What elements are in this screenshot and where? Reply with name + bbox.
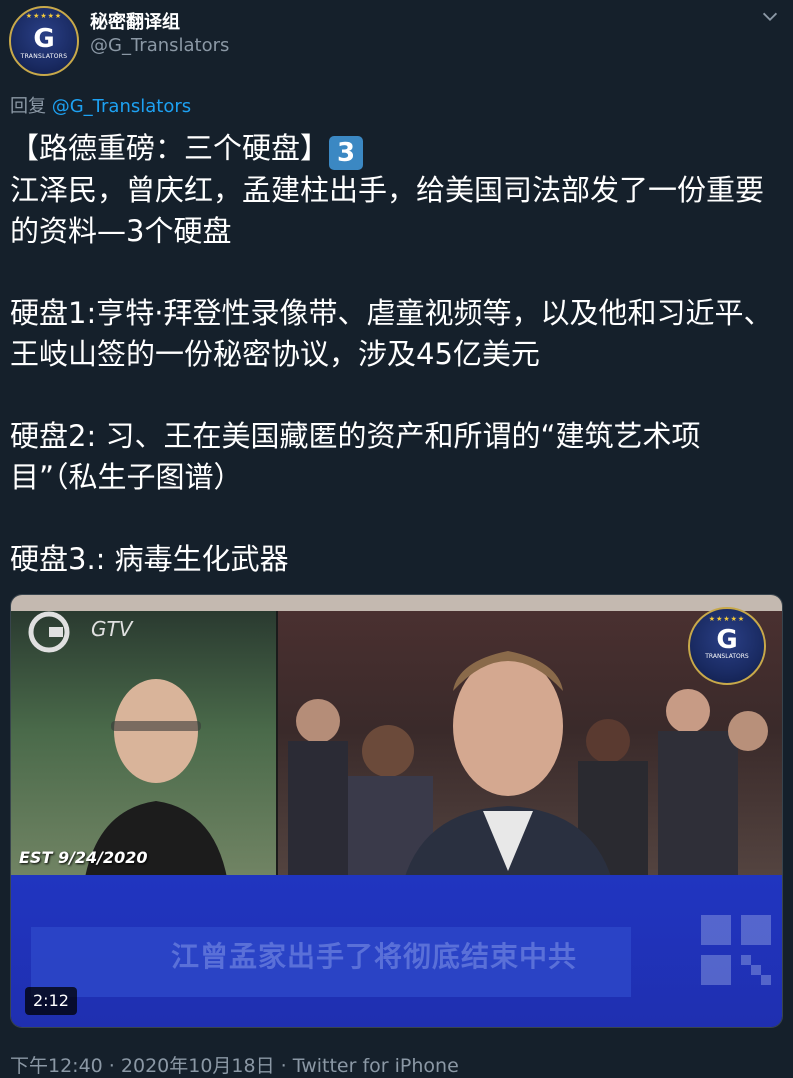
- star-icon: ★★★★★: [25, 12, 63, 20]
- avatar-caption: TRANSLATORS: [20, 53, 68, 60]
- tweet-footer: 下午12:40 · 2020年10月18日 · Twitter for iPho…: [10, 1055, 459, 1077]
- avatar[interactable]: ★★★★★ G TRANSLATORS: [9, 6, 79, 76]
- gtv-logo-icon: [28, 611, 70, 653]
- speaker-figure: [81, 679, 231, 911]
- video-player[interactable]: GTV EST 9/24/2020 ★★★★★ G TRANSLATORS 江曾…: [10, 594, 783, 1028]
- banner-headline: 江曾孟家出手了将彻底结束中共: [171, 940, 578, 973]
- logo-caption: TRANSLATORS: [705, 653, 749, 660]
- star-icon: ★★★★★: [708, 615, 746, 623]
- author-display-name[interactable]: 秘密翻译组: [90, 8, 180, 34]
- tweet-line: 硬盘1:亨特·拜登性录像带、虐童视频等，以及他和习近平、王岐山签的一份秘密协议，…: [10, 296, 773, 371]
- reply-mention-link[interactable]: @G_Translators: [52, 96, 191, 117]
- translators-logo: ★★★★★ G TRANSLATORS: [688, 607, 766, 685]
- video-top-strip: [11, 595, 782, 611]
- qr-code-icon: [701, 915, 771, 985]
- video-duration-badge: 2:12: [25, 987, 77, 1015]
- video-banner: 江曾孟家出手了将彻底结束中共: [11, 875, 782, 1027]
- tweet-line: 硬盘2: 习、王在美国藏匿的资产和所谓的“建筑艺术项目”（私生子图谱）: [10, 419, 701, 494]
- tweet-line: 江泽民，曾庆红，孟建柱出手，给美国司法部发了一份重要的资料—3个硬盘: [10, 173, 765, 248]
- gtv-watermark: GTV: [91, 617, 133, 641]
- tweet-header: ★★★★★ G TRANSLATORS 秘密翻译组 @G_Translators: [0, 0, 793, 80]
- logo-letter: G: [716, 625, 738, 655]
- chevron-down-icon[interactable]: [759, 6, 781, 28]
- tweet-date[interactable]: 2020年10月18日: [121, 1055, 275, 1077]
- tweet-title: 【路德重磅：三个硬盘】: [10, 131, 330, 165]
- author-handle[interactable]: @G_Translators: [90, 35, 229, 56]
- tweet-line: 硬盘3.: 病毒生化武器: [10, 542, 289, 576]
- tweet-time[interactable]: 下午12:40: [10, 1055, 103, 1077]
- reply-context: 回复 @G_Translators: [10, 92, 191, 118]
- tweet-text: 【路德重磅：三个硬盘】 3 江泽民，曾庆红，孟建柱出手，给美国司法部发了一份重要的…: [10, 128, 785, 580]
- avatar-letter: G: [33, 24, 55, 54]
- keycap-three-icon: 3: [329, 136, 364, 170]
- video-date-stamp: EST 9/24/2020: [19, 848, 148, 867]
- tweet-source-link[interactable]: Twitter for iPhone: [293, 1055, 459, 1077]
- reply-prefix: 回复: [10, 96, 52, 117]
